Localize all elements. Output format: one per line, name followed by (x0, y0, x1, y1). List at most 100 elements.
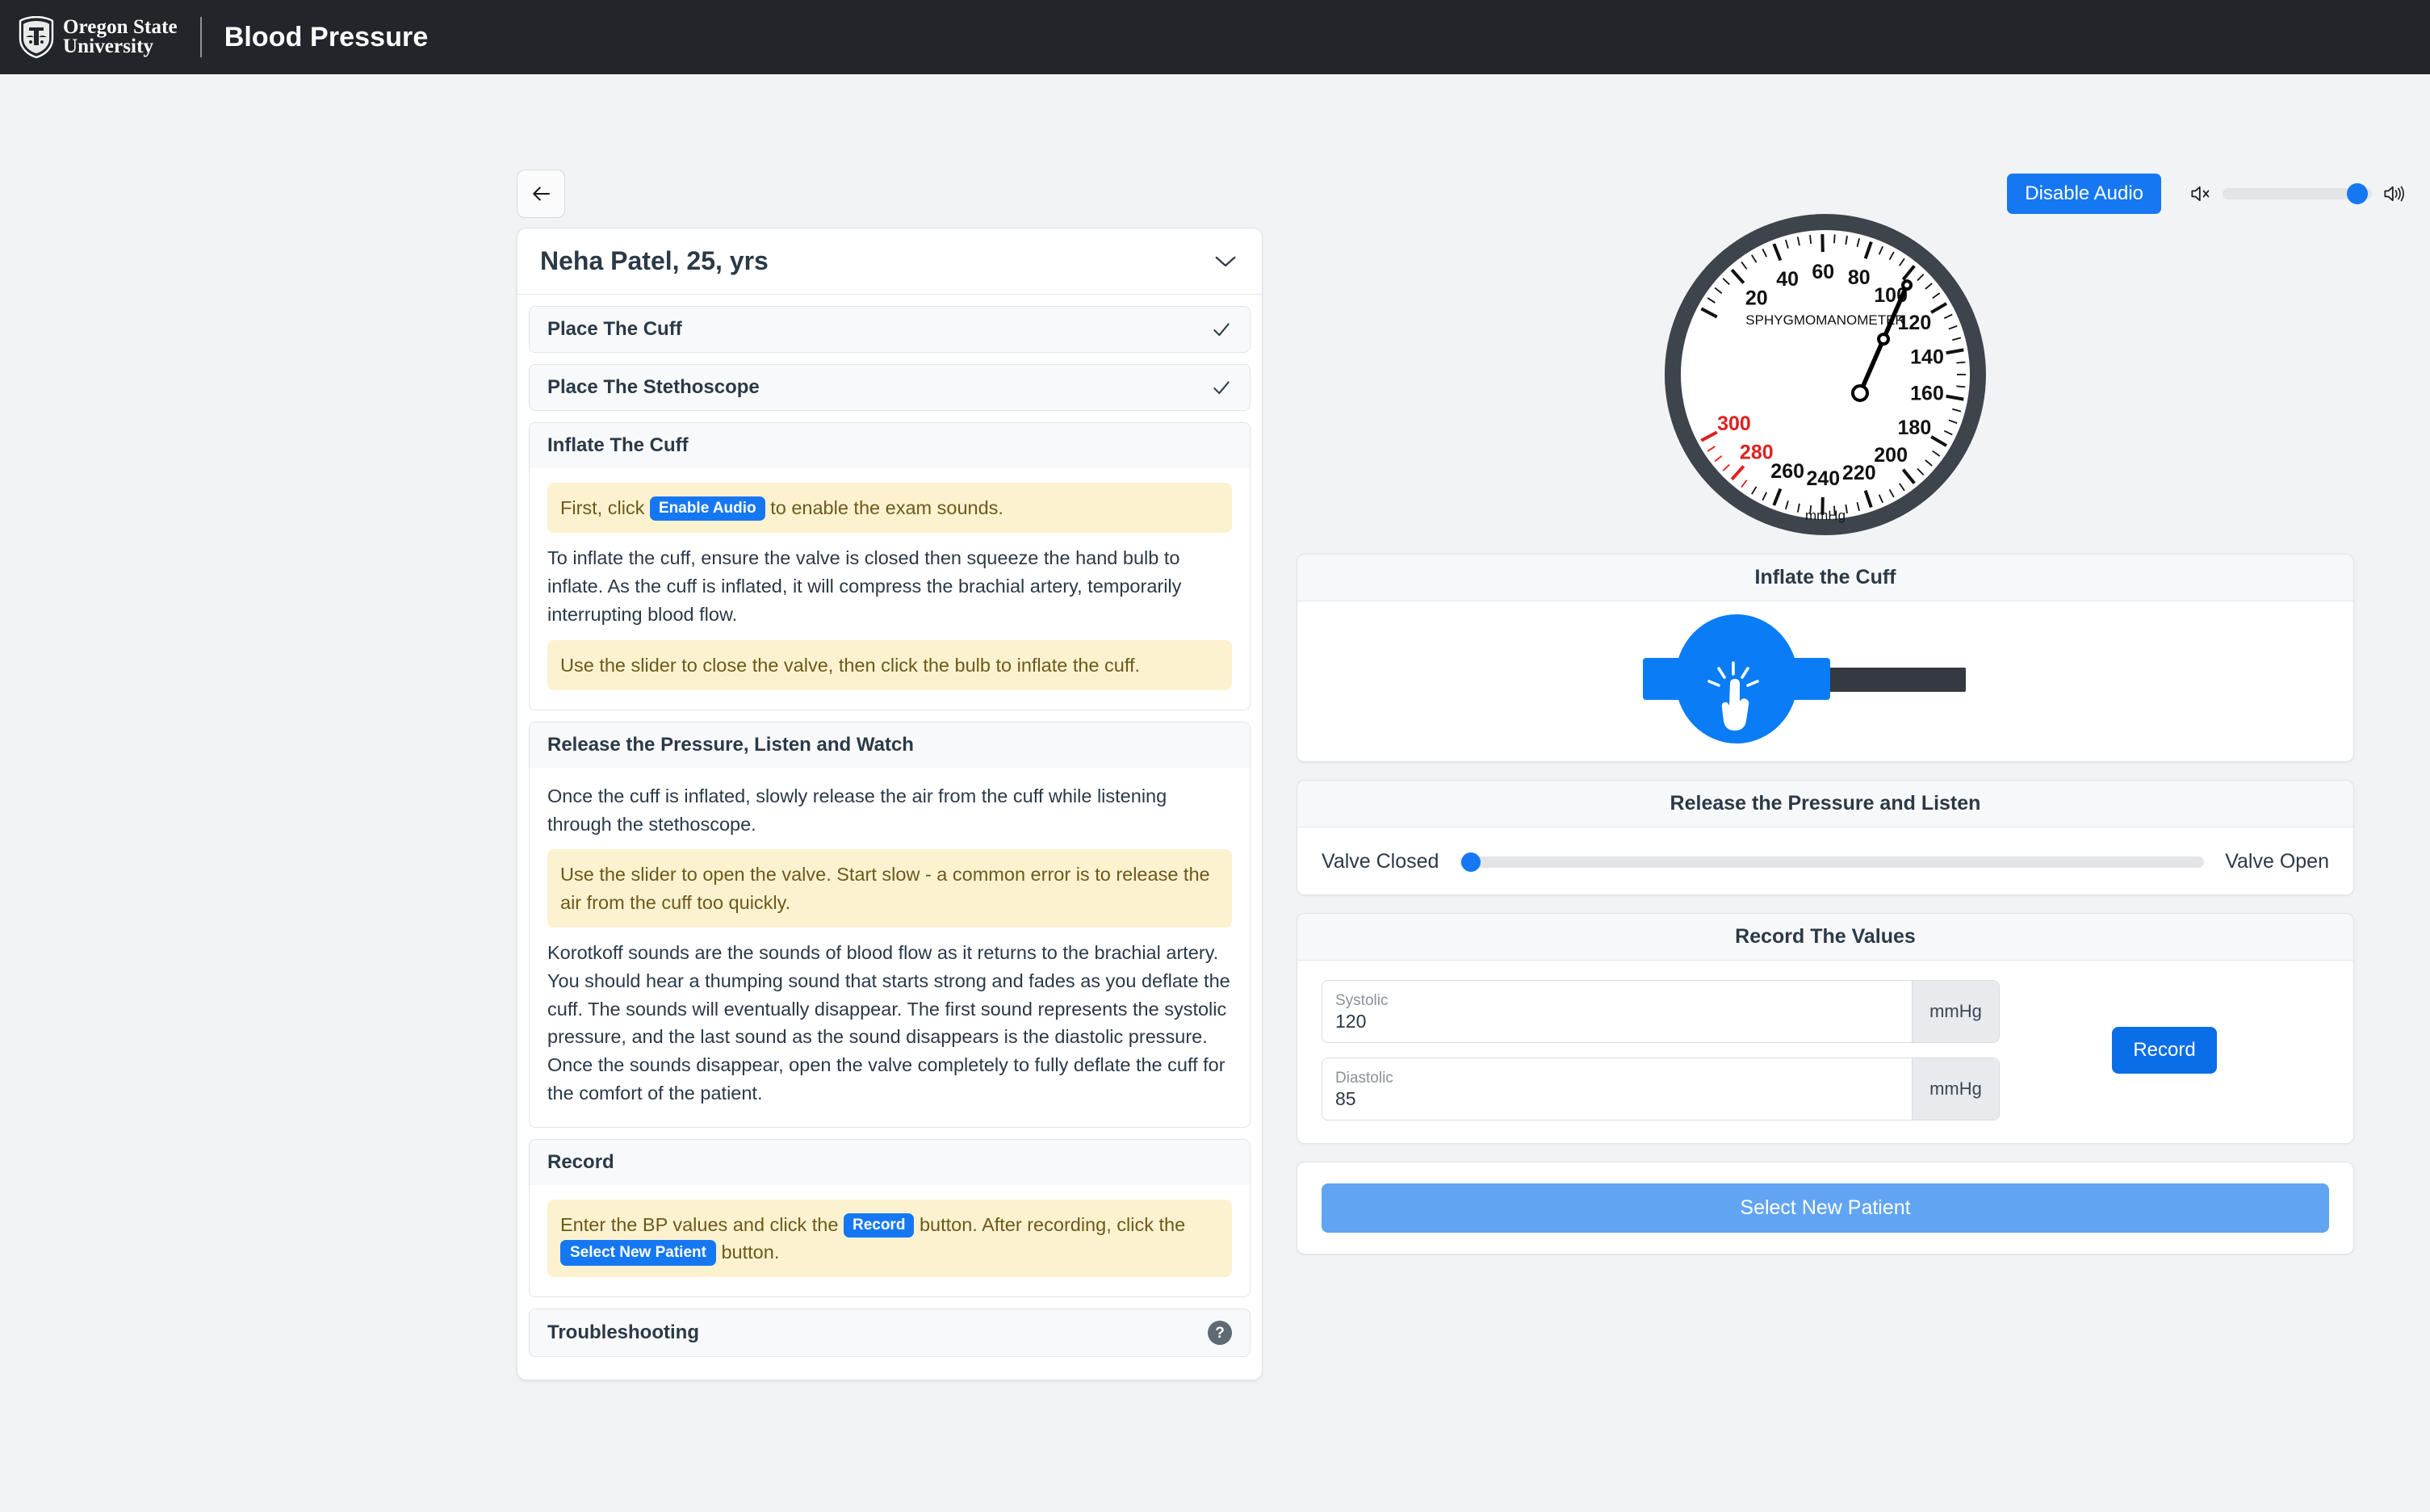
systolic-input[interactable]: Systolic 120 (1322, 981, 1912, 1042)
record-values-body: Systolic 120 mmHg Diastolic 85 mmHg Reco… (1297, 961, 2353, 1143)
enable-audio-pill[interactable]: Enable Audio (649, 496, 765, 521)
instruction-panel: Neha Patel, 25, yrs Place The Cuff Place… (517, 228, 1263, 1381)
osu-beaver-shield-icon (19, 16, 54, 58)
select-new-patient-button[interactable]: Select New Patient (1322, 1183, 2329, 1233)
svg-text:200: 200 (1874, 444, 1908, 467)
valve-closed-label: Valve Closed (1322, 850, 1439, 873)
osu-wordmark-line1: Oregon State (63, 15, 178, 38)
arrow-left-icon (533, 186, 551, 201)
accordion-header[interactable]: Record (530, 1139, 1250, 1185)
chevron-down-icon[interactable] (1213, 254, 1238, 269)
accordion-title: Troubleshooting (547, 1321, 699, 1344)
record-note-part2: button. After recording, click the (919, 1213, 1186, 1235)
svg-text:140: 140 (1910, 346, 1944, 368)
systolic-label: Systolic (1335, 991, 1389, 1009)
diastolic-label: Diastolic (1335, 1069, 1393, 1087)
volume-control-group (2189, 183, 2406, 204)
accordion-title: Release the Pressure, Listen and Watch (547, 733, 914, 756)
svg-text:280: 280 (1740, 442, 1774, 464)
osu-wordmark-line2: University (63, 36, 154, 57)
diastolic-field-row[interactable]: Diastolic 85 mmHg (1322, 1058, 2000, 1120)
diastolic-unit: mmHg (1912, 1058, 1999, 1120)
accordion-header[interactable]: Release the Pressure, Listen and Watch (530, 722, 1250, 768)
record-note: Enter the BP values and click the Record… (547, 1199, 1232, 1278)
volume-slider[interactable] (2223, 183, 2372, 204)
record-note-part3: button. (721, 1241, 780, 1263)
header-divider (199, 17, 202, 57)
accordion-title: Inflate The Cuff (547, 434, 689, 456)
accordion-header[interactable]: Inflate The Cuff (530, 423, 1250, 468)
valve-slider[interactable] (1460, 852, 2205, 872)
sphygmomanometer-gauge: 2040 60 8010012014016018020022024026028030… (1665, 214, 1986, 535)
bulb-tube (1829, 668, 1966, 692)
diastolic-input[interactable]: Diastolic 85 (1322, 1058, 1912, 1120)
note-text-after: to enable the exam sounds. (770, 497, 1003, 518)
inflate-tip: Use the slider to close the valve, then … (547, 639, 1232, 690)
check-icon (1213, 323, 1230, 337)
accordion-release-the-pressure: Release the Pressure, Listen and Watch O… (529, 721, 1251, 1128)
osu-wordmark: Oregon State University (63, 15, 178, 57)
page-body: Disable Audio Neha Patel, 25, yrs Place … (0, 74, 2430, 1512)
audio-controls: Disable Audio (2007, 170, 2406, 218)
volume-up-icon[interactable] (2382, 183, 2406, 204)
accordion-body: First, click Enable Audio to enable the … (530, 468, 1250, 710)
disable-audio-button[interactable]: Disable Audio (2007, 174, 2161, 214)
svg-text:40: 40 (1776, 268, 1799, 291)
accordion-body: Enter the BP values and click the Record… (530, 1184, 1250, 1297)
record-button-wrap: Record (2000, 1027, 2329, 1074)
inflate-card-body (1297, 601, 2353, 761)
accordion-list: Place The Cuff Place The Stethoscope Inf… (517, 295, 1262, 1358)
systolic-value: 120 (1335, 1010, 1367, 1032)
record-pill[interactable]: Record (843, 1213, 915, 1238)
svg-text:160: 160 (1910, 383, 1944, 405)
app-header: Oregon State University Blood Pressure (0, 0, 2430, 74)
question-mark-icon[interactable]: ? (1208, 1321, 1232, 1346)
accordion-place-the-cuff: Place The Cuff (529, 306, 1251, 353)
gauge-container: 20 40 60 80 100 120 140 160 180 200 220 240 260 280 30… (1297, 212, 2354, 538)
release-paragraph-1: Once the cuff is inflated, slowly releas… (547, 785, 1167, 835)
systolic-field-row[interactable]: Systolic 120 mmHg (1322, 980, 2000, 1043)
accordion-header[interactable]: Place The Stethoscope (530, 365, 1250, 410)
bulb-area (1640, 614, 2011, 743)
record-note-part1: Enter the BP values and click the (560, 1213, 839, 1235)
record-button[interactable]: Record (2112, 1027, 2217, 1074)
back-button[interactable] (517, 170, 565, 218)
valve-card-body: Valve Closed Valve Open (1297, 827, 2353, 894)
gauge-unit-label: mmHg (1805, 508, 1846, 523)
accordion-troubleshooting: Troubleshooting ? (529, 1309, 1251, 1358)
simulation-column: 20 40 60 80 100 120 140 160 180 200 220 240 260 280 30… (1297, 212, 2354, 1272)
check-icon (1213, 381, 1230, 395)
valve-slider-row: Valve Closed Valve Open (1322, 845, 2329, 877)
valve-slider-thumb[interactable] (1461, 852, 1481, 872)
valve-card: Release the Pressure and Listen Valve Cl… (1297, 780, 2354, 895)
svg-text:260: 260 (1770, 460, 1804, 483)
osu-logo: Oregon State University (18, 16, 178, 58)
gauge-face-label: SPHYGMOMANOMETER (1745, 312, 1904, 328)
accordion-title: Place The Cuff (547, 318, 682, 340)
select-new-patient-body: Select New Patient (1297, 1162, 2353, 1254)
release-tip: Use the slider to open the valve. Start … (547, 849, 1232, 928)
volume-slider-thumb[interactable] (2346, 183, 2368, 204)
svg-text:80: 80 (1848, 266, 1871, 289)
accordion-title: Record (547, 1150, 614, 1173)
svg-text:300: 300 (1717, 413, 1751, 435)
select-new-patient-pill[interactable]: Select New Patient (560, 1239, 716, 1266)
page-title: Blood Pressure (224, 21, 429, 52)
patient-name: Neha Patel, 25, yrs (540, 246, 769, 275)
svg-text:20: 20 (1745, 287, 1768, 309)
accordion-header[interactable]: Troubleshooting ? (530, 1309, 1250, 1357)
accordion-inflate-the-cuff: Inflate The Cuff First, click Enable Aud… (529, 422, 1251, 710)
valve-open-label: Valve Open (2225, 850, 2329, 873)
enable-audio-note: First, click Enable Audio to enable the … (547, 483, 1232, 534)
inflate-card-title: Inflate the Cuff (1297, 555, 2353, 601)
patient-header[interactable]: Neha Patel, 25, yrs (517, 228, 1262, 295)
accordion-record: Record Enter the BP values and click the… (529, 1138, 1251, 1298)
accordion-header[interactable]: Place The Cuff (530, 307, 1250, 352)
svg-text:220: 220 (1842, 462, 1876, 484)
diastolic-value: 85 (1335, 1087, 1356, 1109)
accordion-place-the-stethoscope: Place The Stethoscope (529, 364, 1251, 411)
record-values-title: Record The Values (1297, 914, 2353, 961)
hand-tap-bulb-icon[interactable] (1640, 614, 1833, 743)
accordion-body: Once the cuff is inflated, slowly releas… (530, 767, 1250, 1127)
volume-mute-icon[interactable] (2189, 183, 2213, 204)
